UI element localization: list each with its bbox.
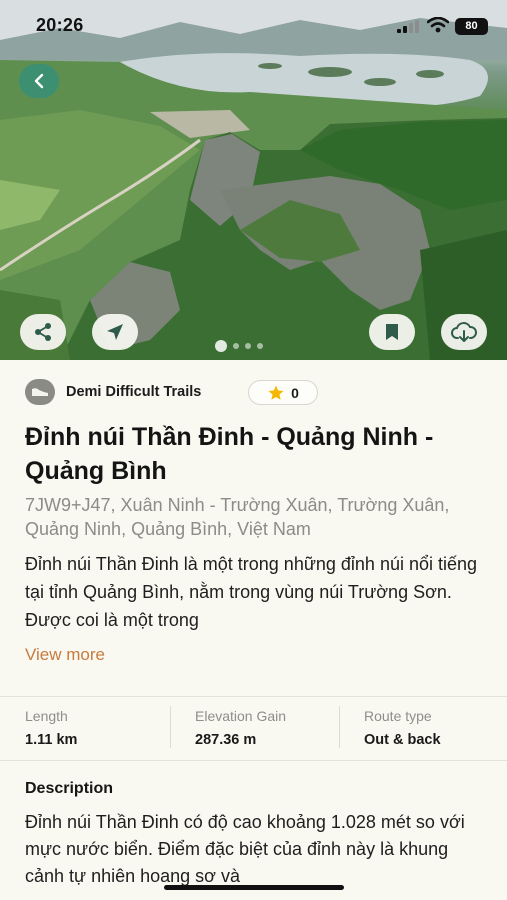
- trail-address: 7JW9+J47, Xuân Ninh - Trường Xuân, Trườn…: [25, 495, 450, 539]
- stat-value: 1.11 km: [25, 732, 78, 748]
- trail-category[interactable]: Demi Difficult Trails: [25, 378, 201, 406]
- download-button[interactable]: [441, 314, 487, 350]
- rating-badge[interactable]: 0: [248, 380, 318, 405]
- view-more-link[interactable]: View more: [25, 645, 105, 665]
- stat-separator: [339, 706, 340, 748]
- home-indicator[interactable]: [164, 885, 344, 890]
- stat-label: Elevation Gain: [195, 708, 287, 724]
- navigate-button[interactable]: [92, 314, 138, 350]
- divider: [0, 760, 507, 761]
- back-button[interactable]: [19, 64, 59, 98]
- page-dot[interactable]: [233, 343, 239, 349]
- trail-title: Đỉnh núi Thần Đinh - Quảng Ninh - Quảng …: [25, 423, 434, 485]
- share-button[interactable]: [20, 314, 66, 350]
- bookmark-button[interactable]: [369, 314, 415, 350]
- wifi-icon: [427, 17, 449, 33]
- stat-label: Length: [25, 708, 68, 724]
- bookmark-icon: [386, 324, 398, 340]
- status-time: 20:26: [36, 15, 84, 35]
- stat-elevation-gain: Elevation Gain 287.36 m: [195, 708, 286, 748]
- navigation-arrow-icon: [107, 324, 123, 340]
- trail-details: Demi Difficult Trails 0 Đỉnh núi Thần Đi…: [0, 360, 507, 900]
- stat-separator: [170, 706, 171, 748]
- mountain-photo: [0, 0, 507, 360]
- description-heading: Description: [25, 780, 114, 797]
- stat-label: Route type: [364, 708, 432, 724]
- status-bar: 20:26 80: [0, 0, 507, 52]
- rating-value: 0: [291, 384, 299, 401]
- star-icon: [268, 385, 284, 400]
- stat-value: Out & back: [364, 732, 441, 748]
- trail-stats: Length 1.11 km Elevation Gain 287.36 m R…: [0, 696, 507, 760]
- stat-value: 287.36 m: [195, 732, 257, 748]
- cellular-signal-icon: [397, 20, 419, 33]
- page-dot[interactable]: [215, 340, 227, 352]
- trail-summary: Đỉnh núi Thần Đinh là một trong những đỉ…: [25, 554, 478, 630]
- gallery-page-indicator[interactable]: [215, 340, 263, 352]
- page-dot[interactable]: [245, 343, 251, 349]
- page-dot[interactable]: [257, 343, 263, 349]
- description-body: Đỉnh núi Thần Đinh có độ cao khoảng 1.02…: [25, 812, 465, 886]
- shoe-icon: [25, 379, 55, 405]
- category-label: Demi Difficult Trails: [66, 384, 202, 400]
- stat-length: Length 1.11 km: [25, 708, 77, 748]
- cloud-download-icon: [451, 322, 477, 342]
- chevron-left-icon: [34, 73, 44, 89]
- battery-indicator: 80: [455, 18, 488, 35]
- share-icon: [35, 323, 51, 341]
- hero-image[interactable]: 20:26 80: [0, 0, 507, 360]
- stat-route-type: Route type Out & back: [364, 708, 441, 748]
